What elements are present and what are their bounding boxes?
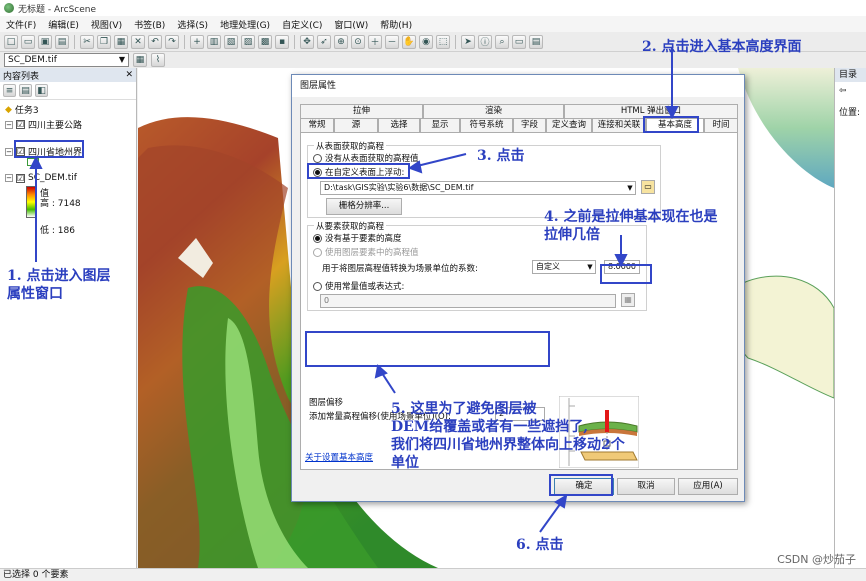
annotation-4-line1: 4. 之前是拉伸基本现在也是 [544,209,718,225]
annotation-arrows [29,48,679,533]
annotation-1-line2: 属性窗口 [7,286,63,302]
watermark: CSDN @炒茄子 [777,553,856,566]
annotation-4-line2: 拉伸几倍 [544,227,600,243]
annotation-5-line4: 单位 [391,455,419,471]
annotation-5-line1: 5. 这里为了避免图层被 [391,401,537,417]
annotation-1-line1: 1. 点击进入图层 [7,268,111,284]
annotation-3: 3. 点击 [477,148,525,164]
annotation-6: 6. 点击 [516,537,564,553]
annotation-5-line2: DEM给覆盖或者有一些遮挡了, [391,419,589,435]
annotation-5-line3: 我们将四川省地州界整体向上移动2个 [391,437,625,453]
annotation-2: 2. 点击进入基本高度界面 [642,39,802,55]
